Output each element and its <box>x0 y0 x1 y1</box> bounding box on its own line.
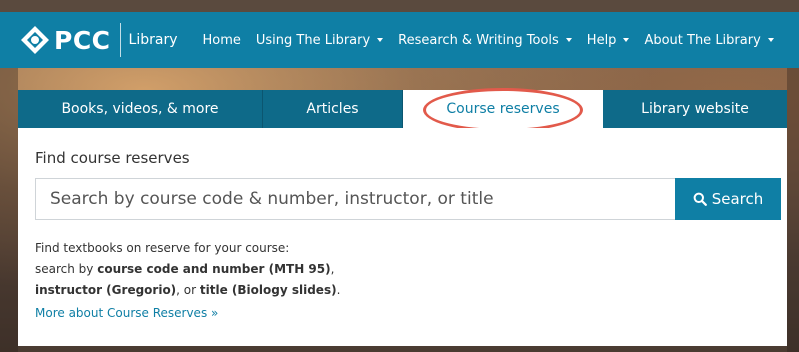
pcc-diamond-logo-icon <box>21 26 49 54</box>
help-line-2-suffix: , <box>330 262 335 276</box>
search-help-text: Find textbooks on reserve for your cours… <box>35 238 635 301</box>
search-icon <box>693 192 707 206</box>
background-photo-edge-left <box>0 68 18 352</box>
logo-subtitle: Library <box>128 32 178 48</box>
logo-divider <box>119 23 121 57</box>
nav-research-writing-tools[interactable]: Research & Writing Tools <box>398 33 572 48</box>
top-navigation-bar: PCC Library Home Using The Library Resea… <box>0 12 799 68</box>
nav-help-label: Help <box>586 32 617 48</box>
tab-course-reserves[interactable]: Course reserves <box>403 90 603 128</box>
help-line-2-prefix: search by <box>35 262 98 276</box>
caret-down-icon <box>377 38 384 42</box>
caret-down-icon <box>623 38 630 42</box>
tab-articles-label: Articles <box>306 101 359 117</box>
help-example-title: title (Biology slides) <box>199 283 337 297</box>
course-reserves-search-input[interactable] <box>35 178 675 220</box>
help-line-1: Find textbooks on reserve for your cours… <box>35 241 290 255</box>
more-about-course-reserves-link[interactable]: More about Course Reserves » <box>35 306 218 320</box>
tab-course-reserves-label: Course reserves <box>446 101 560 117</box>
nav-research-writing-tools-label: Research & Writing Tools <box>398 32 559 48</box>
nav-home-label: Home <box>202 32 241 48</box>
nav-about-the-library[interactable]: About The Library <box>644 32 774 48</box>
nav-about-the-library-label: About The Library <box>644 32 761 48</box>
search-button[interactable]: Search <box>675 178 781 220</box>
background-photo-edge-right <box>787 68 799 352</box>
nav-home[interactable]: Home <box>202 33 240 48</box>
tab-library-website[interactable]: Library website <box>603 90 787 128</box>
help-example-instructor: instructor (Gregorio) <box>35 283 177 297</box>
nav-help[interactable]: Help <box>587 33 630 48</box>
caret-down-icon <box>565 38 572 42</box>
caret-down-icon <box>767 38 774 42</box>
panel-title: Find course reserves <box>35 149 190 167</box>
pcc-library-logo[interactable]: PCC Library <box>20 12 177 68</box>
tab-articles[interactable]: Articles <box>263 90 403 128</box>
help-line-3: instructor (Gregorio), or title (Biology… <box>35 280 635 301</box>
help-line-3-mid: , or <box>176 283 200 297</box>
search-form: Search <box>35 178 781 220</box>
help-line-2: search by course code and number (MTH 95… <box>35 259 635 280</box>
tab-library-website-label: Library website <box>641 101 749 117</box>
logo-text: PCC <box>54 25 111 55</box>
search-tabs: Books, videos, & more Articles Course re… <box>18 90 787 128</box>
main-nav: Home Using The Library Research & Writin… <box>202 33 788 48</box>
help-example-course-code: course code and number (MTH 95) <box>97 262 331 276</box>
nav-using-the-library-label: Using The Library <box>255 32 371 48</box>
tab-books-videos-more-label: Books, videos, & more <box>61 101 219 117</box>
course-reserves-panel: Find course reserves Search Find textboo… <box>18 128 787 346</box>
search-button-label: Search <box>711 190 764 208</box>
help-line-3-suffix: . <box>336 283 341 297</box>
tab-books-videos-more[interactable]: Books, videos, & more <box>18 90 263 128</box>
nav-using-the-library[interactable]: Using The Library <box>255 32 384 48</box>
